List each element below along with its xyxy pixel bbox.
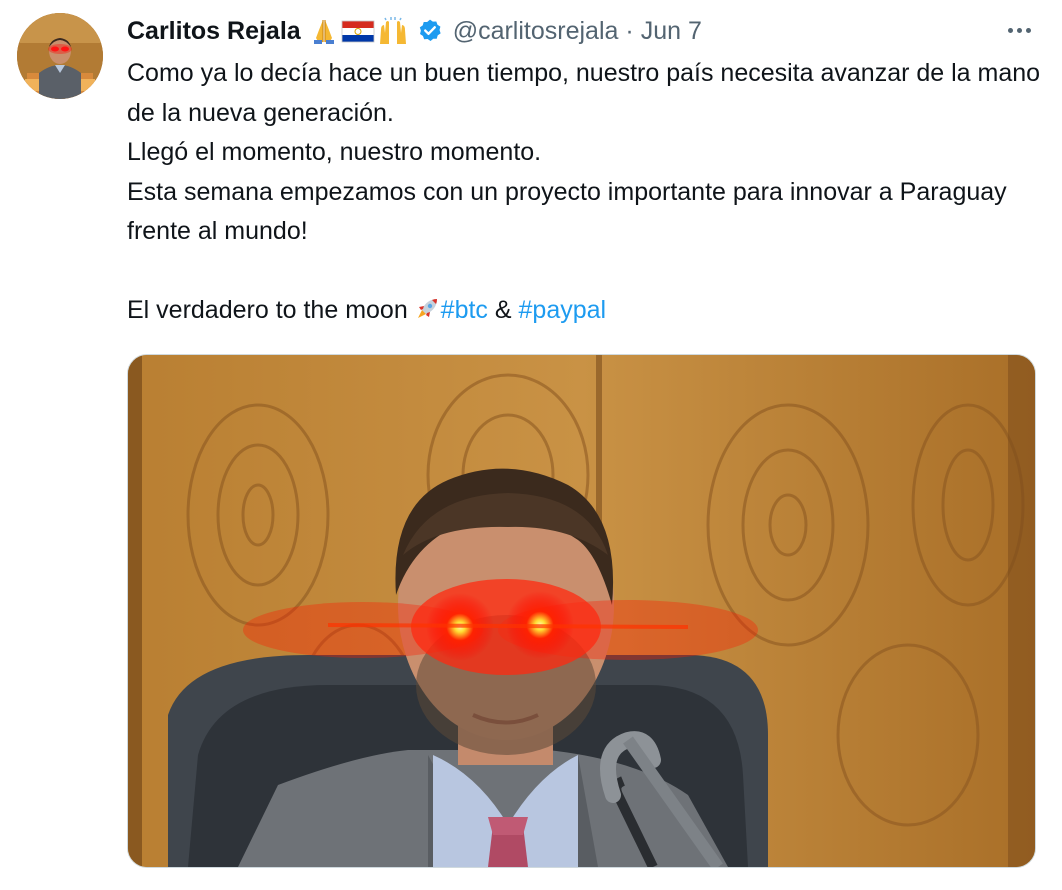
- hashtag-paypal[interactable]: #paypal: [519, 296, 607, 324]
- separator-dot: ·: [625, 16, 634, 45]
- verified-badge-icon: [417, 18, 443, 44]
- more-options-icon[interactable]: [1004, 18, 1034, 42]
- hashtag-btc[interactable]: #btc: [441, 296, 488, 324]
- tweet[interactable]: Carlitos Rejala @carlitosrejala · Jun 7 …: [0, 0, 1062, 890]
- rocket-icon: [415, 294, 441, 334]
- paraguay-flag-icon: [341, 20, 375, 43]
- timestamp[interactable]: Jun 7: [641, 17, 702, 46]
- tweet-line-prefix: El verdadero to the moon: [127, 296, 415, 324]
- tweet-last-line: El verdadero to the moon #btc & #paypal: [127, 291, 1047, 334]
- tweet-line: Llegó el momento, nuestro momento.: [127, 138, 542, 166]
- tweet-media[interactable]: [127, 354, 1036, 868]
- avatar[interactable]: [17, 13, 103, 99]
- raising-hands-icon: [379, 17, 406, 44]
- display-name[interactable]: Carlitos Rejala: [127, 17, 301, 46]
- folded-hands-icon: [313, 20, 334, 44]
- laser-eyes-photo: [128, 355, 1035, 867]
- avatar-image: [17, 13, 103, 99]
- tweet-line: Esta semana empezamos con un proyecto im…: [127, 177, 1007, 246]
- name-emojis: [309, 16, 409, 46]
- ampersand: &: [487, 296, 519, 324]
- tweet-line: Como ya lo decía hace un buen tiempo, nu…: [127, 59, 1041, 127]
- handle[interactable]: @carlitosrejala: [453, 17, 619, 46]
- tweet-text: Como ya lo decía hace un buen tiempo, nu…: [127, 54, 1047, 334]
- tweet-header: Carlitos Rejala @carlitosrejala · Jun 7: [127, 12, 702, 50]
